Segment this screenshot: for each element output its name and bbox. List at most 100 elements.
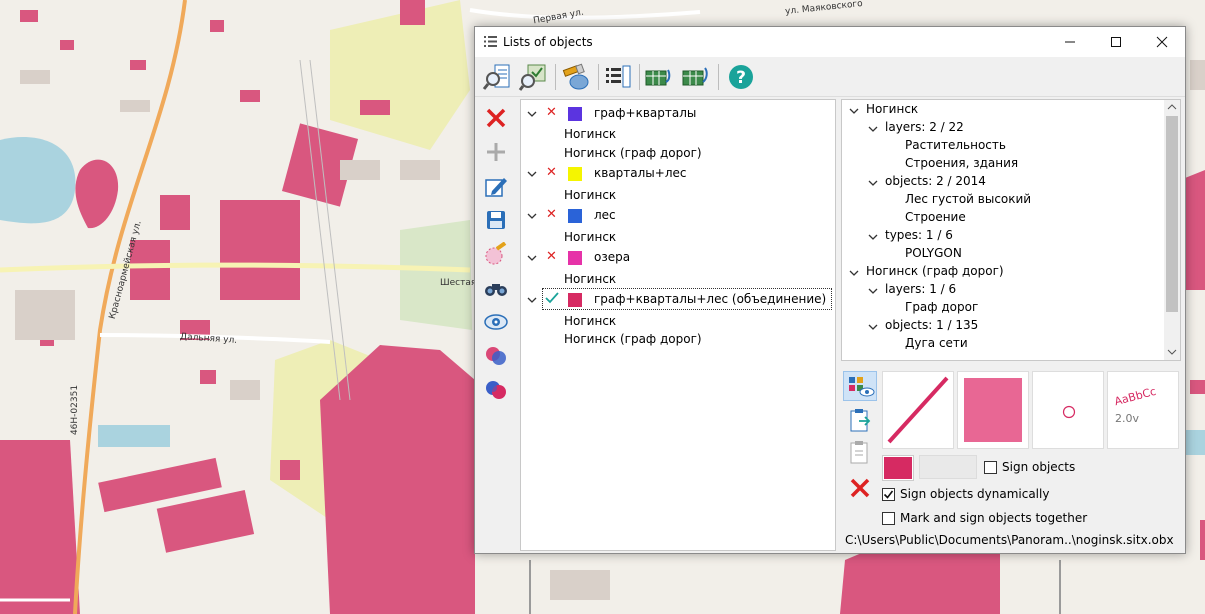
tree-node[interactable]: Строения, здания (905, 156, 1018, 170)
chevron-down-icon[interactable] (868, 286, 878, 296)
sign-objects-checkbox[interactable] (984, 461, 997, 474)
close-button[interactable] (1139, 27, 1185, 57)
chevron-down-icon[interactable] (868, 322, 878, 332)
inactive-x-icon[interactable]: ✕ (546, 165, 557, 180)
clear-style-button[interactable] (849, 477, 875, 503)
scrollbar-thumb[interactable] (1166, 116, 1178, 312)
intersect-lists-button[interactable] (481, 341, 511, 371)
list-map-name[interactable]: Ногинск (564, 188, 616, 202)
chevron-down-icon[interactable] (868, 232, 878, 242)
inactive-x-icon[interactable]: ✕ (546, 249, 557, 264)
tree-node[interactable]: objects: 1 / 135 (885, 318, 978, 332)
list-details-tree[interactable]: Ногинск layers: 2 / 22 Растительность Строе… (841, 99, 1181, 361)
tree-node[interactable]: Лес густой высокий (905, 192, 1031, 206)
intersect-icon (486, 347, 506, 365)
window-title: Lists of objects (503, 35, 593, 49)
show-objects-button[interactable] (481, 307, 511, 337)
clipboard-copy-icon (850, 441, 868, 464)
list-name[interactable]: озера (594, 250, 630, 264)
tree-node[interactable]: Растительность (905, 138, 1006, 152)
delete-list-button[interactable] (481, 103, 511, 133)
union-lists-button[interactable] (481, 375, 511, 405)
list-name[interactable]: кварталы+лес (594, 166, 686, 180)
polygon-style-preview[interactable] (957, 371, 1029, 449)
tree-node[interactable]: Дуга сети (905, 336, 968, 350)
paste-style-button[interactable] (847, 407, 875, 435)
list-file-path: C:\Users\Public\Documents\Panoram..\nogi… (845, 533, 1174, 547)
list-map-name[interactable]: Ногинск (564, 230, 616, 244)
list-color-swatch (568, 107, 582, 121)
tree-node[interactable]: types: 1 / 6 (885, 228, 953, 242)
edit-list-button[interactable] (481, 171, 511, 201)
line-style-icon (887, 376, 949, 444)
find-button[interactable] (481, 273, 511, 303)
list-map-name[interactable]: Ногинск (564, 127, 616, 141)
active-check-icon[interactable] (544, 291, 560, 305)
sign-objects-label: Sign objects (1002, 460, 1076, 474)
sign-dynamic-checkbox[interactable] (882, 488, 895, 501)
add-list-button[interactable] (481, 137, 511, 167)
point-style-icon (1062, 405, 1076, 419)
tree-node[interactable]: Ногинск (866, 102, 918, 116)
save-list-button[interactable] (481, 205, 511, 235)
title-bar[interactable]: Lists of objects (475, 27, 1185, 57)
chevron-down-icon[interactable] (527, 109, 537, 119)
select-area-button[interactable] (481, 239, 511, 269)
tree-node[interactable]: layers: 1 / 6 (885, 282, 956, 296)
list-map-name[interactable]: Ногинск (граф дорог) (564, 146, 702, 160)
chevron-down-icon[interactable] (527, 253, 537, 263)
point-style-preview[interactable] (1032, 371, 1104, 449)
flashlight-icon (562, 63, 589, 90)
zoom-list-button[interactable] (481, 61, 513, 93)
tree-node[interactable]: Ногинск (граф дорог) (866, 264, 1004, 278)
copy-style-button[interactable] (847, 439, 875, 467)
mark-sign-together-checkbox[interactable] (882, 512, 895, 525)
flashlight-button[interactable] (560, 61, 592, 93)
list-name[interactable]: граф+кварталы+лес (объединение) (594, 292, 826, 306)
map-street-label: Шестая (440, 278, 477, 288)
chevron-down-icon[interactable] (527, 295, 537, 305)
object-lists-panel[interactable]: ✕ граф+кварталы Ногинск Ногинск (граф до… (520, 99, 836, 551)
export-table-button[interactable] (643, 61, 675, 93)
minimize-icon (1065, 41, 1075, 43)
list-map-name[interactable]: Ногинск (564, 272, 616, 286)
text-style-preview[interactable]: AaBbCc 2.0v (1107, 371, 1179, 449)
tree-scrollbar[interactable] (1164, 100, 1180, 360)
list-name[interactable]: граф+кварталы (594, 106, 696, 120)
chevron-down-icon[interactable] (527, 169, 537, 179)
list-name[interactable]: лес (594, 208, 616, 222)
chevron-down-icon[interactable] (849, 268, 859, 278)
secondary-color-button[interactable] (919, 455, 977, 479)
export-table-icon (645, 69, 671, 86)
list-map-name[interactable]: Ногинск (граф дорог) (564, 332, 702, 346)
line-style-preview[interactable] (882, 371, 954, 449)
tree-node[interactable]: Строение (905, 210, 966, 224)
list-map-name[interactable]: Ногинск (564, 314, 616, 328)
map-search-button[interactable] (517, 61, 549, 93)
tree-node[interactable]: POLYGON (905, 246, 962, 260)
chevron-down-icon[interactable] (527, 211, 537, 221)
tree-node[interactable]: objects: 2 / 2014 (885, 174, 986, 188)
save-icon (487, 211, 505, 229)
tree-node[interactable]: Граф дорог (905, 300, 978, 314)
scroll-up-icon[interactable] (1167, 103, 1177, 111)
list-layers-button[interactable] (602, 61, 634, 93)
minimize-button[interactable] (1047, 27, 1093, 57)
scroll-down-icon[interactable] (1167, 348, 1177, 356)
maximize-button[interactable] (1093, 27, 1139, 57)
import-table-button[interactable] (680, 61, 712, 93)
list-color-swatch (568, 209, 582, 223)
inactive-x-icon[interactable]: ✕ (546, 105, 557, 120)
chevron-down-icon[interactable] (868, 124, 878, 134)
chevron-down-icon[interactable] (868, 178, 878, 188)
list-color-swatch (568, 293, 582, 307)
import-table-icon (682, 67, 708, 86)
show-legend-button[interactable] (843, 371, 877, 401)
tree-node[interactable]: layers: 2 / 22 (885, 120, 964, 134)
chevron-down-icon[interactable] (849, 106, 859, 116)
sign-dynamic-label: Sign objects dynamically (900, 487, 1050, 501)
map-road-code-label: 46Н-02351 (70, 384, 81, 436)
help-button[interactable]: ? (725, 61, 757, 93)
inactive-x-icon[interactable]: ✕ (546, 207, 557, 222)
list-color-button[interactable] (882, 455, 914, 481)
